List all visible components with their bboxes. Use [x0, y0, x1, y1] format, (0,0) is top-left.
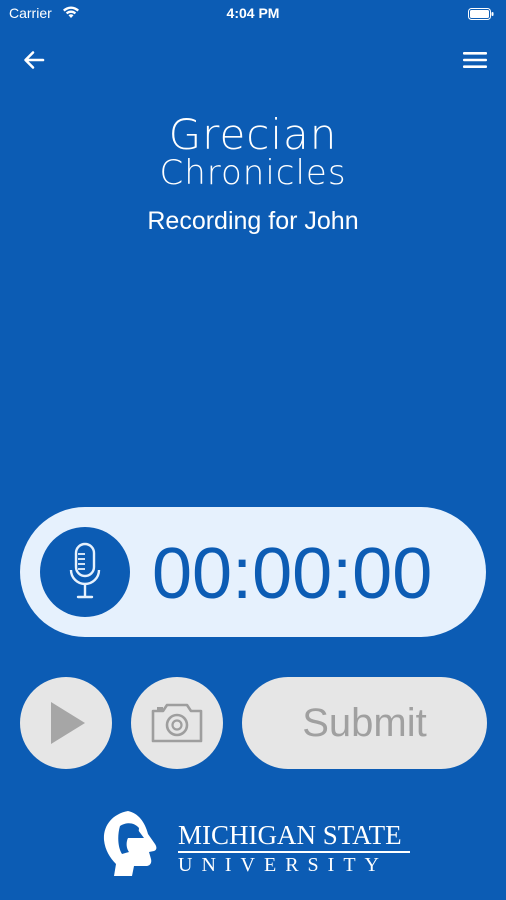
play-button[interactable] — [20, 677, 112, 769]
camera-icon — [151, 703, 203, 743]
recording-subtitle: Recording for John — [147, 207, 359, 235]
play-icon — [51, 702, 85, 744]
status-time: 4:04 PM — [226, 5, 280, 21]
recorder-panel: 00:00:00 — [20, 507, 486, 637]
status-bar: Carrier 4:04 PM — [0, 0, 506, 28]
msu-wordmark-line2: UNIVERSITY — [178, 854, 388, 876]
spartan-helmet-icon — [98, 808, 162, 885]
msu-divider — [178, 851, 410, 853]
battery-icon — [468, 7, 494, 25]
submit-button[interactable]: Submit — [242, 677, 487, 769]
menu-button[interactable] — [460, 46, 490, 74]
logo-title-line2: Chronicles — [159, 153, 347, 193]
arrow-left-icon — [24, 51, 45, 69]
hamburger-menu-icon — [463, 52, 487, 68]
msu-wordmark-line1: MICHIGAN STATE — [178, 820, 402, 850]
camera-button[interactable] — [131, 677, 223, 769]
logo-title-line1: Grecian — [168, 110, 338, 159]
microphone-icon — [69, 542, 101, 599]
back-button[interactable] — [20, 46, 50, 74]
record-button[interactable] — [40, 527, 130, 617]
recording-timer: 00:00:00 — [152, 534, 433, 614]
